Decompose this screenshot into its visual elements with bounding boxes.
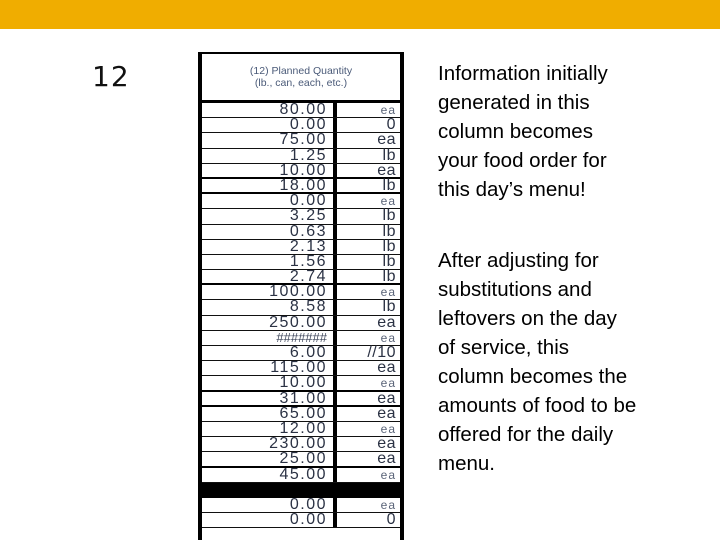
planned-quantity-value: 25.00 bbox=[279, 450, 327, 468]
unit-value: ea bbox=[333, 421, 400, 437]
planned-quantity-value: 115.00 bbox=[270, 359, 327, 377]
unit-value: 0 bbox=[333, 117, 400, 133]
planned-quantity-value: 0.00 bbox=[289, 495, 327, 513]
unit-value: lb bbox=[333, 253, 400, 269]
unit-value: ea bbox=[333, 497, 400, 512]
table-body: 80.00 ea 0.00 0 75.00 ea 1.25 lb 10.00 ea 18.00 lb 0… bbox=[202, 101, 400, 483]
planned-quantity-value: 8.58 bbox=[289, 298, 327, 316]
unit-value: ea bbox=[333, 390, 400, 406]
description-paragraph-1: Information initially generated in this … bbox=[438, 62, 608, 201]
planned-quantity-value: 18.00 bbox=[279, 176, 327, 194]
planned-quantity-value: ####### bbox=[276, 329, 327, 345]
planned-quantity-value: 31.00 bbox=[279, 389, 327, 407]
unit-value: ea bbox=[333, 285, 400, 300]
unit-value: //10 bbox=[333, 344, 400, 361]
unit-value: ea bbox=[333, 162, 400, 178]
table-row: 0.00 0 bbox=[202, 510, 400, 529]
unit-value: 0 bbox=[333, 511, 400, 527]
unit-value: lb bbox=[333, 299, 400, 315]
unit-value: ea bbox=[333, 103, 400, 118]
unit-value: ea bbox=[333, 467, 400, 482]
unit-value: lb bbox=[333, 223, 400, 239]
unit-value: ea bbox=[333, 194, 400, 209]
unit-value: ea bbox=[333, 132, 400, 148]
planned-quantity-value: 6.00 bbox=[289, 344, 327, 361]
unit-value: lb bbox=[333, 177, 400, 194]
table-header: (12) Planned Quantity (lb., can, each, e… bbox=[202, 54, 400, 103]
planned-quantity-value: 10.00 bbox=[279, 374, 327, 392]
planned-quantity-value: 12.00 bbox=[279, 419, 327, 437]
table-body-continued: 0.00 ea 0.00 0 bbox=[202, 495, 400, 529]
planned-quantity-value: 0.00 bbox=[289, 510, 327, 528]
planned-quantity-value: 75.00 bbox=[279, 131, 327, 149]
planned-quantity-value: 230.00 bbox=[269, 435, 327, 453]
planned-quantity-value: 1.56 bbox=[289, 252, 327, 270]
planned-quantity-value: 1.25 bbox=[289, 146, 327, 164]
planned-quantity-table: (12) Planned Quantity (lb., can, each, e… bbox=[198, 52, 404, 540]
unit-value: lb bbox=[333, 238, 400, 254]
unit-value: lb bbox=[333, 147, 400, 163]
unit-value: ea bbox=[333, 314, 400, 330]
planned-quantity-value: 45.00 bbox=[279, 465, 327, 483]
planned-quantity-value: 3.25 bbox=[289, 207, 327, 225]
description-paragraph-2: After adjusting for substitutions and le… bbox=[438, 249, 637, 475]
unit-value: ea bbox=[333, 436, 400, 452]
unit-value: lb bbox=[333, 208, 400, 224]
planned-quantity-value: 100.00 bbox=[269, 283, 327, 301]
table-row: 250.00 ea bbox=[202, 313, 400, 331]
unit-value: ea bbox=[333, 451, 400, 467]
unit-value: ea bbox=[333, 376, 400, 390]
planned-quantity-value: 80.00 bbox=[279, 101, 327, 118]
planned-quantity-value: 2.13 bbox=[289, 237, 327, 255]
planned-quantity-value: 65.00 bbox=[279, 404, 327, 422]
planned-quantity-value: 0.63 bbox=[289, 222, 327, 240]
unit-value: ea bbox=[333, 360, 400, 376]
table-row: 45.00 ea bbox=[202, 465, 400, 483]
top-accent-bar bbox=[0, 0, 720, 29]
unit-value: ea bbox=[333, 405, 400, 421]
slide-number: 12 bbox=[92, 60, 130, 93]
table-header-subtitle: (lb., can, each, etc.) bbox=[254, 77, 348, 89]
unit-value: lb bbox=[333, 268, 400, 285]
unit-value: ea bbox=[333, 330, 400, 345]
planned-quantity-value: 250.00 bbox=[269, 313, 327, 331]
planned-quantity-value: 10.00 bbox=[279, 161, 327, 179]
table-header-title: (12) Planned Quantity bbox=[249, 65, 353, 77]
planned-quantity-value: 0.00 bbox=[289, 116, 327, 134]
planned-quantity-value: 0.00 bbox=[289, 192, 327, 210]
planned-quantity-value: 2.74 bbox=[289, 268, 327, 286]
